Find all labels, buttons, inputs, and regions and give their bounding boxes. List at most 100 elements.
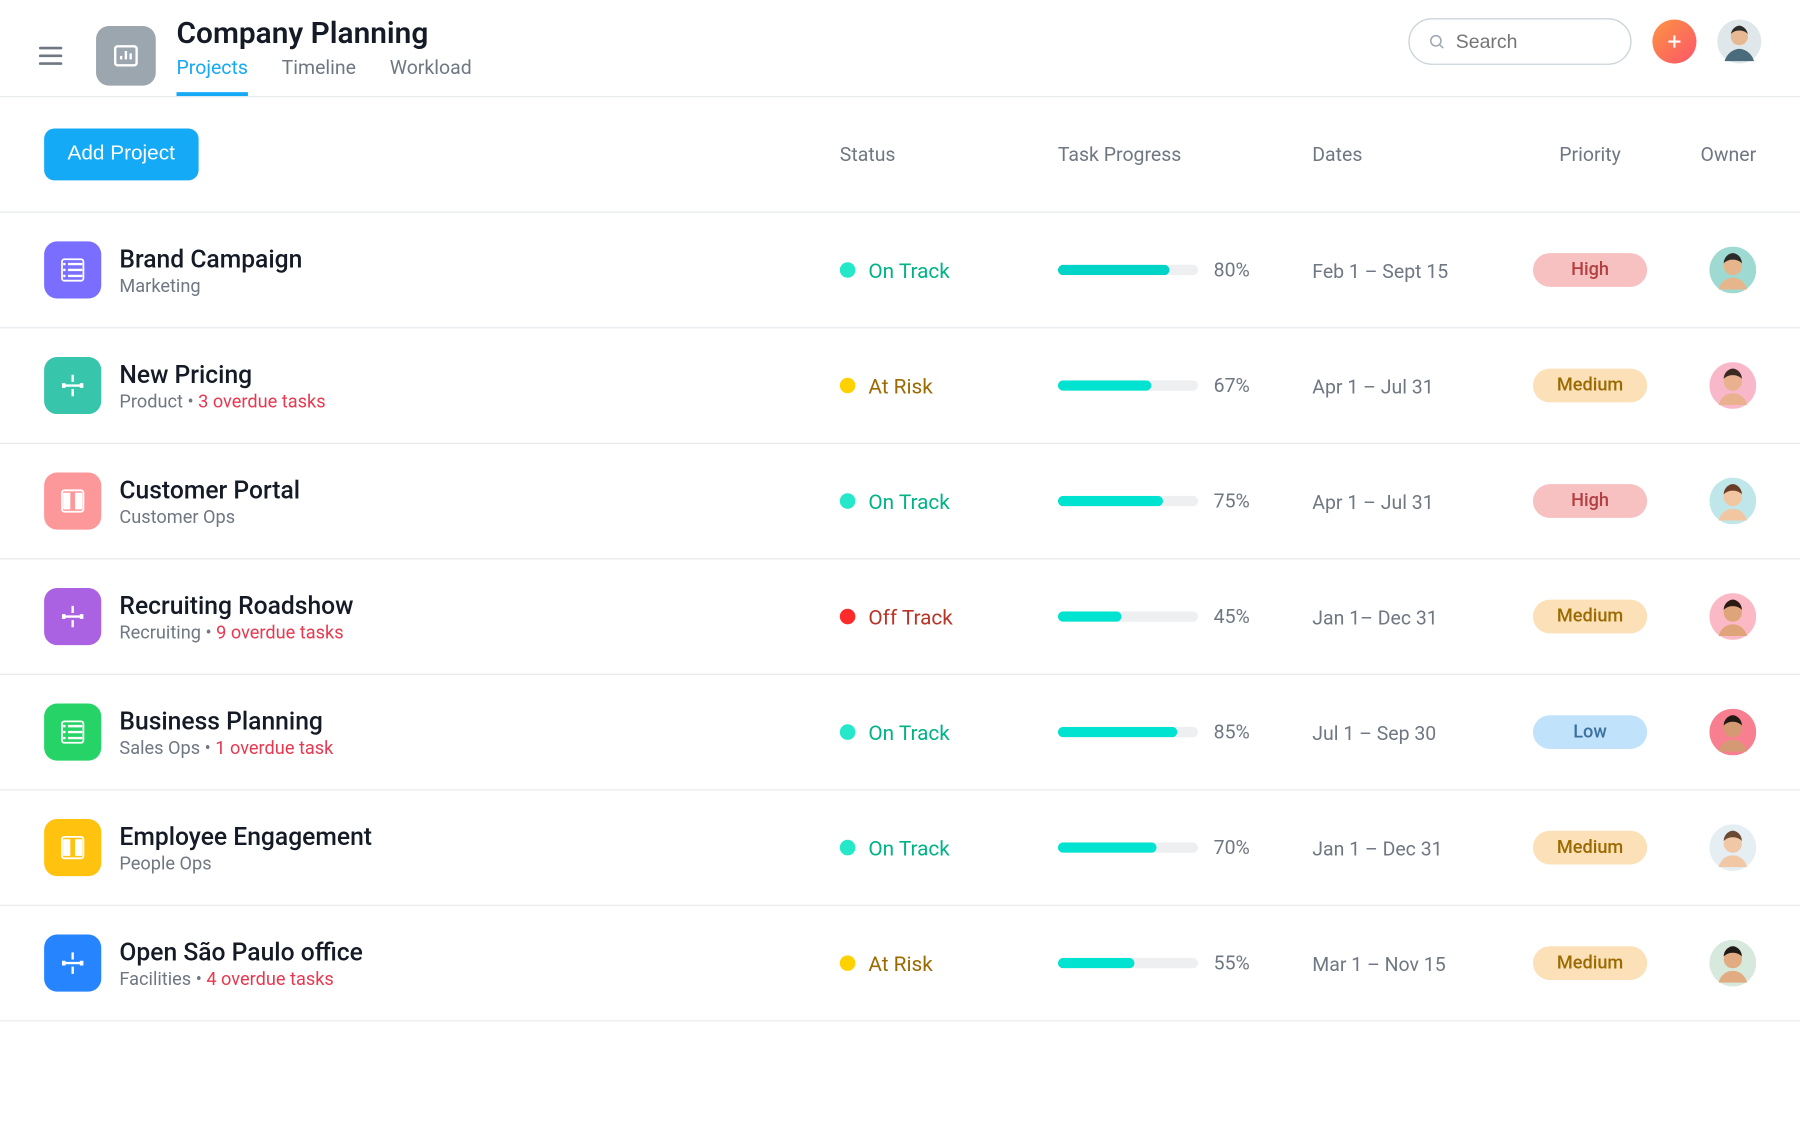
priority-pill: Medium	[1533, 369, 1647, 403]
progress-cell: 75%	[1058, 489, 1312, 512]
status-cell: On Track	[840, 258, 1058, 283]
owner-avatar[interactable]	[1709, 709, 1756, 756]
project-name: Customer Portal	[119, 474, 839, 504]
project-category: Recruiting	[119, 622, 201, 643]
portfolio-icon[interactable]	[96, 26, 156, 86]
status-label: On Track	[868, 720, 949, 745]
dates-cell: Apr 1 – Jul 31	[1312, 374, 1433, 397]
project-row[interactable]: Customer Portal Customer Ops On Track 75% Ap…	[0, 444, 1800, 560]
priority-pill: Medium	[1533, 600, 1647, 634]
col-status-header: Status	[840, 143, 1058, 166]
project-glyph-icon	[58, 718, 87, 747]
project-category: Sales Ops	[119, 738, 200, 759]
progress-bar	[1058, 496, 1198, 506]
project-icon	[44, 704, 101, 761]
project-icon	[44, 935, 101, 992]
project-icon	[44, 588, 101, 645]
status-dot-icon	[840, 609, 856, 625]
header: Company Planning ProjectsTimelineWorkloa…	[0, 0, 1800, 97]
add-project-button[interactable]: Add Project	[44, 129, 198, 181]
project-name: Brand Campaign	[119, 243, 839, 273]
col-priority-header: Priority	[1507, 143, 1673, 166]
status-cell: At Risk	[840, 373, 1058, 398]
project-category: Product	[119, 391, 183, 412]
status-dot-icon	[840, 724, 856, 740]
project-glyph-icon	[58, 371, 87, 400]
owner-avatar[interactable]	[1709, 824, 1756, 871]
status-cell: On Track	[840, 835, 1058, 860]
col-owner-header: Owner	[1673, 143, 1756, 166]
search-icon	[1428, 31, 1446, 52]
dates-cell: Feb 1 – Sept 15	[1312, 259, 1448, 282]
overdue-warning: 3 overdue tasks	[198, 391, 325, 412]
project-row[interactable]: Open São Paulo officeFacilities • 4 over…	[0, 906, 1800, 1022]
dates-cell: Apr 1 – Jul 31	[1312, 490, 1433, 513]
tabs: Projects Timeline Workload	[177, 56, 1409, 96]
add-button[interactable]	[1652, 19, 1696, 63]
progress-bar	[1058, 265, 1198, 275]
project-category: Marketing	[119, 276, 200, 297]
project-row[interactable]: Business PlanningSales Ops • 1 overdue t…	[0, 675, 1800, 791]
col-progress-header: Task Progress	[1058, 143, 1312, 166]
dates-cell: Mar 1 – Nov 15	[1312, 952, 1445, 975]
status-label: At Risk	[868, 951, 932, 976]
owner-avatar[interactable]	[1709, 478, 1756, 525]
status-cell: Off Track	[840, 604, 1058, 629]
priority-pill: Medium	[1533, 831, 1647, 865]
owner-avatar[interactable]	[1709, 940, 1756, 987]
menu-icon[interactable]	[39, 42, 62, 71]
priority-pill: High	[1533, 253, 1647, 287]
project-name: Recruiting Roadshow	[119, 590, 839, 620]
progress-cell: 80%	[1058, 258, 1312, 281]
project-icon	[44, 819, 101, 876]
progress-value: 85%	[1214, 720, 1250, 743]
tab-workload[interactable]: Workload	[390, 56, 472, 96]
project-row[interactable]: Brand Campaign Marketing On Track 80%Feb 1 …	[0, 213, 1800, 329]
project-row[interactable]: New PricingProduct • 3 overdue tasksAt R…	[0, 328, 1800, 444]
project-name: Open São Paulo office	[119, 937, 839, 967]
user-avatar[interactable]	[1717, 19, 1761, 63]
owner-avatar[interactable]	[1709, 362, 1756, 409]
project-category: Customer Ops	[119, 507, 235, 528]
plus-icon	[1664, 31, 1685, 52]
progress-cell: 67%	[1058, 374, 1312, 397]
status-label: On Track	[868, 258, 949, 283]
progress-cell: 85%	[1058, 720, 1312, 743]
progress-value: 45%	[1214, 605, 1250, 628]
project-glyph-icon	[58, 487, 87, 516]
project-category: People Ops	[119, 853, 211, 874]
progress-cell: 55%	[1058, 951, 1312, 974]
progress-bar	[1058, 842, 1198, 852]
project-name: Business Planning	[119, 705, 839, 735]
status-label: On Track	[868, 489, 949, 514]
search-input[interactable]	[1456, 31, 1612, 53]
progress-bar	[1058, 958, 1198, 968]
project-name: Employee Engagement	[119, 821, 839, 851]
status-dot-icon	[840, 493, 856, 509]
progress-bar	[1058, 380, 1198, 390]
project-row[interactable]: Recruiting RoadshowRecruiting • 9 overdu…	[0, 559, 1800, 675]
search-container[interactable]	[1408, 18, 1631, 65]
project-row[interactable]: Employee EngagementPeople Ops On Track 70%…	[0, 790, 1800, 906]
project-category: Facilities	[119, 969, 191, 990]
progress-value: 75%	[1214, 489, 1250, 512]
progress-value: 70%	[1214, 836, 1250, 859]
project-icon	[44, 241, 101, 298]
progress-cell: 45%	[1058, 605, 1312, 628]
owner-avatar[interactable]	[1709, 247, 1756, 294]
status-cell: On Track	[840, 489, 1058, 514]
project-name: New Pricing	[119, 359, 839, 389]
progress-value: 55%	[1214, 951, 1250, 974]
dates-cell: Jan 1– Dec 31	[1312, 606, 1437, 629]
overdue-warning: 1 overdue task	[215, 738, 333, 759]
tab-timeline[interactable]: Timeline	[282, 56, 356, 96]
project-glyph-icon	[58, 833, 87, 862]
project-glyph-icon	[58, 602, 87, 631]
project-icon	[44, 357, 101, 414]
status-label: At Risk	[868, 373, 932, 398]
status-dot-icon	[840, 840, 856, 856]
columns-header: Add Project Status Task Progress Dates P…	[0, 97, 1800, 213]
owner-avatar[interactable]	[1709, 593, 1756, 640]
priority-pill: High	[1533, 484, 1647, 518]
tab-projects[interactable]: Projects	[177, 56, 248, 96]
